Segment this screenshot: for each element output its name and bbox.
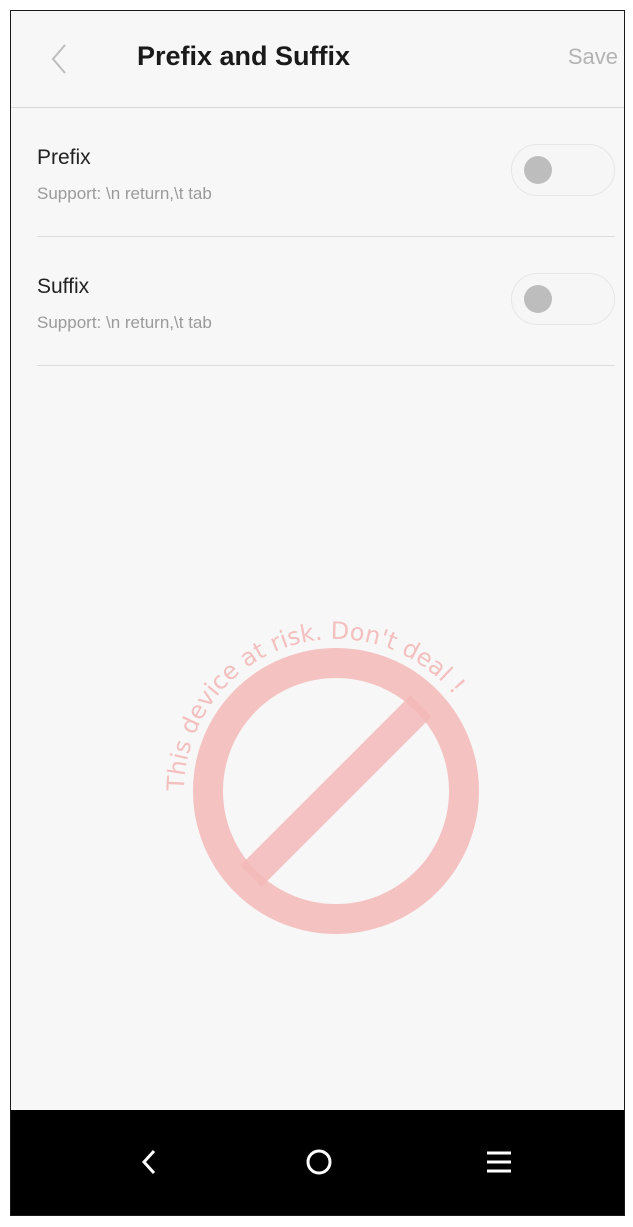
- back-icon: [141, 1149, 156, 1175]
- suffix-subtitle: Support: \n return,\t tab: [37, 313, 212, 332]
- suffix-setting-row: Suffix Support: \n return,\t tab: [37, 237, 615, 366]
- prohibited-icon: This device at risk. Don't deal !: [162, 617, 479, 934]
- prefix-toggle[interactable]: [511, 144, 615, 196]
- home-icon: [306, 1149, 332, 1175]
- top-app-bar: Prefix and Suffix Save: [11, 11, 624, 108]
- save-button[interactable]: Save: [568, 44, 618, 70]
- chevron-left-icon: [51, 44, 66, 74]
- toggle-knob: [524, 285, 552, 313]
- prefix-title: Prefix: [37, 146, 91, 169]
- system-navigation-bar: [11, 1110, 624, 1215]
- menu-icon: [487, 1151, 511, 1173]
- watermark-text: This device at risk. Don't deal !: [162, 617, 471, 793]
- app-screen: Prefix and Suffix Save Prefix Support: \…: [10, 10, 625, 1216]
- suffix-title: Suffix: [37, 275, 90, 298]
- prefix-setting-row: Prefix Support: \n return,\t tab: [37, 108, 615, 237]
- nav-back-button[interactable]: [127, 1140, 171, 1184]
- risk-watermark: This device at risk. Don't deal !: [156, 611, 516, 971]
- suffix-toggle[interactable]: [511, 273, 615, 325]
- page-title: Prefix and Suffix: [137, 41, 351, 71]
- nav-menu-button[interactable]: [477, 1140, 521, 1184]
- toggle-knob: [524, 156, 552, 184]
- nav-home-button[interactable]: [297, 1140, 341, 1184]
- svg-text:This device at risk. Don't dea: This device at risk. Don't deal !: [162, 617, 471, 793]
- back-button[interactable]: [39, 39, 79, 79]
- prefix-subtitle: Support: \n return,\t tab: [37, 184, 212, 203]
